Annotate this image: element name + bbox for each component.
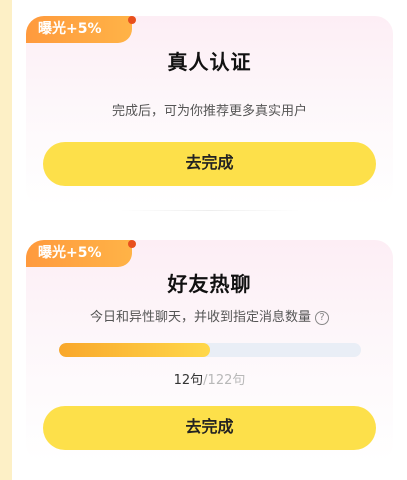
friend-chat-card: 曝光+5% 好友热聊 今日和异性聊天，并收到指定消息数量? 12句/122句 去… — [26, 240, 393, 462]
card-title-text: 真人认证 — [167, 50, 252, 74]
question-circle-icon[interactable]: ? — [315, 311, 329, 325]
card-title: 真人认证 — [26, 46, 393, 75]
exposure-badge: 曝光+5% — [26, 16, 136, 43]
message-progress-bar — [59, 343, 361, 357]
progress-total: /122句 — [203, 373, 246, 388]
card-subtitle: 今日和异性聊天，并收到指定消息数量? — [26, 306, 393, 325]
left-edge-panel — [0, 0, 12, 480]
message-progress-text: 12句/122句 — [26, 369, 393, 388]
exposure-badge: 曝光+5% — [26, 240, 136, 267]
divider — [120, 210, 300, 211]
card-subtitle-text: 今日和异性聊天，并收到指定消息数量 — [89, 310, 311, 325]
card-title-text: 好友热聊 — [167, 272, 252, 296]
go-complete-button[interactable]: 去完成 — [43, 142, 376, 186]
card-title: 好友热聊 — [26, 268, 393, 297]
card-subtitle: 完成后，可为你推荐更多真实用户 — [111, 104, 307, 119]
go-complete-button[interactable]: 去完成 — [43, 406, 376, 450]
message-progress-fill — [59, 343, 210, 357]
progress-current: 12句 — [173, 373, 204, 388]
real-person-verification-card: 曝光+5% 真人认证 完成后，可为你推荐更多真实用户 去完成 — [26, 16, 393, 206]
